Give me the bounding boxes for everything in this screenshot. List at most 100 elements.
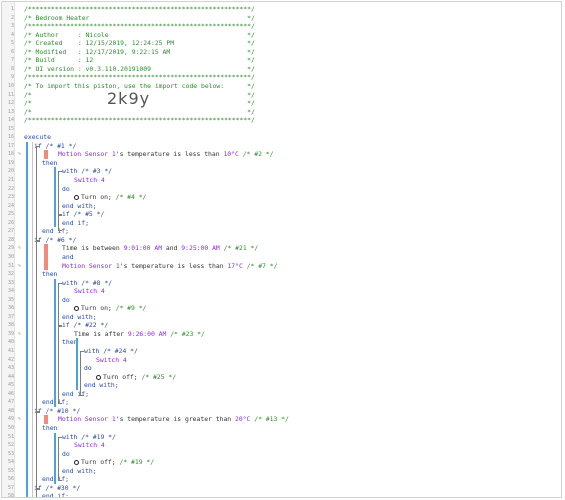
power-icon: [74, 460, 79, 466]
code-token: 's temperature is less than: [115, 150, 224, 159]
line-number: 50: [7, 424, 14, 431]
line-number: 52: [7, 442, 14, 449]
line-number: 35: [7, 296, 14, 303]
line-number: 28: [7, 236, 14, 243]
code-token: 17°C: [227, 261, 243, 270]
code-token: then: [42, 158, 58, 167]
code-line: end with;: [62, 202, 97, 211]
if-statement[interactable]: if /* #1 */: [34, 142, 76, 150]
code-token[interactable]: with /* #24 */: [84, 347, 138, 355]
line-number: 37: [7, 313, 14, 320]
header-comment: /***************************************…: [24, 116, 255, 125]
device-name[interactable]: Switch 4: [96, 356, 127, 364]
code-line: if /* #1 */: [34, 142, 76, 151]
if-bracket: [36, 239, 40, 413]
code-token[interactable]: with /* #3 */: [62, 167, 112, 175]
import-code[interactable]: 2k9y: [107, 89, 150, 108]
if-bracket: [36, 410, 40, 490]
condition-bar: [44, 244, 48, 271]
line-number: 6: [10, 48, 14, 55]
piston-code-view: /***************************************…: [1, 1, 562, 498]
code-line: Turn off; /* #19 */: [74, 458, 154, 467]
pencil-icon[interactable]: ✎: [18, 331, 23, 337]
line-number: 3: [10, 23, 14, 30]
device-name[interactable]: Motion Sensor 1: [62, 262, 120, 270]
line-number: 43: [7, 365, 14, 372]
code-token[interactable]: if /* #30 */: [34, 484, 80, 492]
code-token[interactable]: if /* #5 */: [62, 210, 104, 218]
header-comment: /* Build : 12 */: [24, 56, 255, 65]
code-line: end if;: [62, 390, 89, 399]
device-name[interactable]: Motion Sensor 1: [58, 150, 116, 158]
code-line: if /* #30 */: [34, 484, 80, 493]
line-number: 57: [7, 484, 14, 491]
device-name[interactable]: Switch 4: [74, 176, 105, 184]
line-number: 7: [10, 57, 14, 64]
code-token: 9:01:00 AM: [123, 244, 163, 253]
line-number: 23: [7, 194, 14, 201]
code-line: Time is between 9:01:00 AM and 9:25:00 A…: [62, 244, 258, 253]
code-line: with /* #8 */: [62, 279, 112, 288]
code-line: end with;: [62, 313, 97, 322]
pencil-icon[interactable]: ✎: [18, 151, 23, 157]
code-line: then: [42, 424, 57, 433]
line-number: 9: [10, 74, 14, 81]
header-comment: /* Created : 12/15/2019, 12:24:25 PM */: [24, 39, 255, 48]
code-token: /* #21 */: [219, 244, 259, 253]
code-token: /* #4 */: [111, 193, 147, 202]
header-comment: /***************************************…: [24, 22, 255, 31]
code-line: do: [62, 450, 70, 459]
code-line: with /* #24 */: [84, 347, 138, 356]
pencil-icon[interactable]: ✎: [18, 245, 23, 251]
code-line: end with;: [84, 381, 119, 390]
line-number: 36: [7, 305, 14, 312]
line-number: 2: [10, 14, 14, 21]
line-number: 56: [7, 476, 14, 483]
action[interactable]: Turn on;: [81, 193, 112, 201]
line-number: 41: [7, 348, 14, 354]
line-number: 22: [7, 185, 14, 192]
action[interactable]: Turn on;: [81, 304, 112, 312]
if-block-rail: [32, 406, 33, 484]
code-token[interactable]: with /* #19 */: [62, 433, 116, 441]
line-number: 10: [7, 82, 14, 89]
device-name[interactable]: Motion Sensor 1: [58, 415, 116, 423]
header-comment: /***************************************…: [24, 73, 255, 82]
if-block-rail: [32, 483, 33, 497]
code-token: end if;: [62, 389, 89, 398]
then-block-bar: [54, 432, 56, 484]
code-token: do: [62, 295, 70, 304]
code-line: end with;: [62, 467, 97, 476]
code-token[interactable]: if /* #22 */: [62, 321, 108, 329]
code-line: do: [84, 364, 92, 373]
code-token: 's temperature is greater than: [115, 415, 235, 424]
code-token: end with;: [62, 201, 97, 210]
device-name[interactable]: Switch 4: [74, 287, 105, 295]
code-token[interactable]: if /* #6 */: [34, 236, 76, 244]
device-name[interactable]: Switch 4: [74, 441, 105, 449]
code-token: then: [42, 270, 58, 279]
code-token: Time is between: [62, 244, 124, 253]
pencil-icon[interactable]: ✎: [18, 416, 23, 422]
code-token[interactable]: if /* #10 */: [34, 407, 80, 415]
line-number: 55: [7, 467, 14, 474]
pencil-icon[interactable]: ✎: [18, 263, 23, 269]
code-line: Motion Sensor 1's temperature is less th…: [58, 150, 273, 159]
code-token[interactable]: with /* #8 */: [62, 279, 112, 287]
header-line: /***************************************…: [24, 73, 255, 82]
code-line: if /* #10 */: [34, 407, 80, 416]
line-number: 44: [7, 373, 14, 380]
line-number: 51: [7, 433, 14, 440]
action[interactable]: Turn off;: [103, 373, 138, 381]
code-line: Turn on; /* #4 */: [74, 193, 146, 202]
code-line: Time is after 9:26:00 AM /* #23 */: [74, 330, 205, 339]
if-block-rail: [32, 235, 33, 407]
line-number: 18: [7, 151, 14, 158]
code-line: Switch 4: [74, 441, 105, 450]
line-number: 24: [7, 202, 14, 209]
code-line: Motion Sensor 1's temperature is less th…: [62, 262, 277, 271]
code-token: /* #9 */: [111, 304, 147, 313]
action[interactable]: Turn off;: [81, 458, 116, 466]
then-block-bar: [76, 338, 78, 390]
line-number: 14: [7, 117, 14, 124]
